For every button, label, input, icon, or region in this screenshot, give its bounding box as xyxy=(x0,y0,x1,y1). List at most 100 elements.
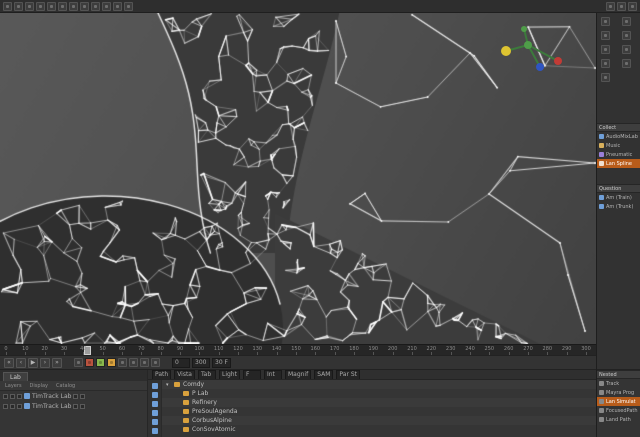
layer-option-checkbox[interactable] xyxy=(73,393,79,399)
layer-checkbox[interactable] xyxy=(17,393,22,399)
rotate-tool-icon[interactable] xyxy=(36,1,45,11)
tree-item-label: ConSovAtomic xyxy=(192,426,236,433)
range-start-field[interactable]: 0 xyxy=(172,357,190,368)
sidebar-item[interactable]: Am (Train) xyxy=(597,193,640,202)
help-icon[interactable] xyxy=(628,1,637,11)
settings-icon[interactable] xyxy=(601,73,610,82)
move-tool-icon[interactable] xyxy=(25,1,34,11)
camera-icon[interactable] xyxy=(80,1,89,11)
scene-tree-panel: Path Vista Tab Light F Int Magnif SAM Par St ▾ Co… xyxy=(148,370,596,437)
tree-filter-field[interactable]: Par St xyxy=(336,370,360,379)
play-icon[interactable]: ▶ xyxy=(28,357,38,368)
viewport-3d[interactable] xyxy=(0,13,596,344)
layer-checkbox[interactable] xyxy=(3,403,8,409)
tree-filter-field[interactable]: Int xyxy=(263,370,282,379)
tree-item[interactable]: PreSoulAgenda xyxy=(162,407,596,416)
snap-key-icon[interactable] xyxy=(107,358,116,367)
axis-z-handle[interactable] xyxy=(536,63,544,71)
tree-filter-field[interactable]: F xyxy=(242,370,261,379)
sidebar-bottom-item[interactable]: Mayra Prog xyxy=(597,388,640,397)
tree-filter-field[interactable]: Light xyxy=(218,370,240,379)
camera-icon[interactable] xyxy=(601,45,610,54)
filter-icon[interactable] xyxy=(113,1,122,11)
tree-item[interactable]: Refinery xyxy=(162,398,596,407)
wireframe-icon[interactable] xyxy=(622,17,631,26)
history-icon[interactable] xyxy=(622,59,631,68)
column-header: Display xyxy=(29,382,48,389)
motion-path-icon[interactable] xyxy=(129,358,138,367)
range-end-field[interactable]: 300 xyxy=(192,357,210,368)
layer-option-checkbox[interactable] xyxy=(73,403,79,409)
go-to-end-icon[interactable]: » xyxy=(52,357,62,368)
markers-icon[interactable] xyxy=(151,358,160,367)
tree-visibility-toggle[interactable] xyxy=(151,401,158,407)
tree-visibility-toggle[interactable] xyxy=(151,419,158,425)
step-back-icon[interactable]: ‹ xyxy=(16,357,26,368)
record-keyframe-icon[interactable] xyxy=(85,358,94,367)
item-type-icon xyxy=(599,152,604,157)
record-icon[interactable] xyxy=(606,1,615,11)
tree-filter-field[interactable]: Magnif xyxy=(284,370,312,379)
timeline-ruler[interactable]: 0 10 20 30 40 50 60 70 80 90 100 110 120 130 140 150 160… xyxy=(0,344,596,355)
layer-checkbox[interactable] xyxy=(3,393,8,399)
materials-icon[interactable] xyxy=(601,59,610,68)
options-icon[interactable] xyxy=(124,1,133,11)
expander-icon[interactable]: ▾ xyxy=(166,382,171,388)
tree-filter-field[interactable]: Vista xyxy=(174,370,195,379)
step-forward-icon[interactable]: › xyxy=(40,357,50,368)
tree-visibility-toggle[interactable] xyxy=(151,428,158,434)
shading-mode-icon[interactable] xyxy=(91,1,100,11)
axis-gizmo[interactable] xyxy=(496,23,570,83)
fps-field[interactable]: 30 F xyxy=(212,357,231,368)
layer-option-checkbox[interactable] xyxy=(80,393,86,399)
app-menu-icon[interactable] xyxy=(3,1,12,11)
grid-icon[interactable] xyxy=(622,31,631,40)
layer-option-checkbox[interactable] xyxy=(80,403,86,409)
right-sidebar: Collect AudioMixLab Music Pneumatic Lan Spli… xyxy=(596,13,640,437)
tree-filter-field[interactable]: SAM xyxy=(314,370,334,379)
tree-item[interactable]: CorbusAlpine xyxy=(162,416,596,425)
go-to-start-icon[interactable]: « xyxy=(4,357,14,368)
tree-item[interactable]: P Lab xyxy=(162,389,596,398)
sidebar-item[interactable]: Am (Trunk) xyxy=(597,202,640,211)
axis-y-handle[interactable] xyxy=(524,41,532,49)
auto-key-icon[interactable] xyxy=(96,358,105,367)
snap-magnet-icon[interactable] xyxy=(58,1,67,11)
sidebar-bottom-item[interactable]: FocusedPath xyxy=(597,406,640,415)
axis-pivot-handle[interactable] xyxy=(501,46,511,56)
sidebar-bottom-item[interactable]: Lan Simulat xyxy=(597,397,640,406)
tree-filter-field[interactable]: Tab xyxy=(197,370,216,379)
sidebar-item[interactable]: AudioMixLab xyxy=(597,132,640,141)
sidebar-bottom-item[interactable]: Land Path xyxy=(597,415,640,424)
layer-checkbox[interactable] xyxy=(17,403,22,409)
tree-visibility-toggle[interactable] xyxy=(151,410,158,416)
scale-tool-icon[interactable] xyxy=(47,1,56,11)
snap-icon[interactable] xyxy=(601,31,610,40)
layer-checkbox[interactable] xyxy=(10,393,15,399)
tab-lab[interactable]: Lab xyxy=(3,372,28,381)
tree-filter-field[interactable]: Path xyxy=(152,370,172,379)
filter-keys-icon[interactable] xyxy=(118,358,127,367)
tree-visibility-toggle[interactable] xyxy=(151,392,158,398)
tree-visibility-toggle[interactable] xyxy=(151,383,158,389)
sidebar-item[interactable]: Pneumatic xyxy=(597,150,640,159)
lights-icon[interactable] xyxy=(622,45,631,54)
sidebar-item[interactable]: Lan Spline xyxy=(597,159,640,168)
viewport-layout-icon[interactable] xyxy=(102,1,111,11)
loop-icon[interactable] xyxy=(74,358,83,367)
sidebar-bottom-item[interactable]: Track xyxy=(597,379,640,388)
layer-row[interactable]: TimTrack Lab xyxy=(0,401,147,411)
tree-item[interactable]: ConSovAtomic xyxy=(162,425,596,434)
layers-icon[interactable] xyxy=(601,17,610,26)
ghosting-icon[interactable] xyxy=(140,358,149,367)
panel-header: Question xyxy=(597,184,640,193)
tree-item[interactable]: ▾ Comdy xyxy=(162,380,596,389)
select-tool-icon[interactable] xyxy=(14,1,23,11)
layer-row[interactable]: TimTrack Lab xyxy=(0,391,147,401)
layer-checkbox[interactable] xyxy=(10,403,15,409)
axis-x-handle[interactable] xyxy=(554,57,562,65)
screen-layout-icon[interactable] xyxy=(617,1,626,11)
axis-lock-icon[interactable] xyxy=(69,1,78,11)
axis-y-tip[interactable] xyxy=(521,26,527,32)
sidebar-item[interactable]: Music xyxy=(597,141,640,150)
